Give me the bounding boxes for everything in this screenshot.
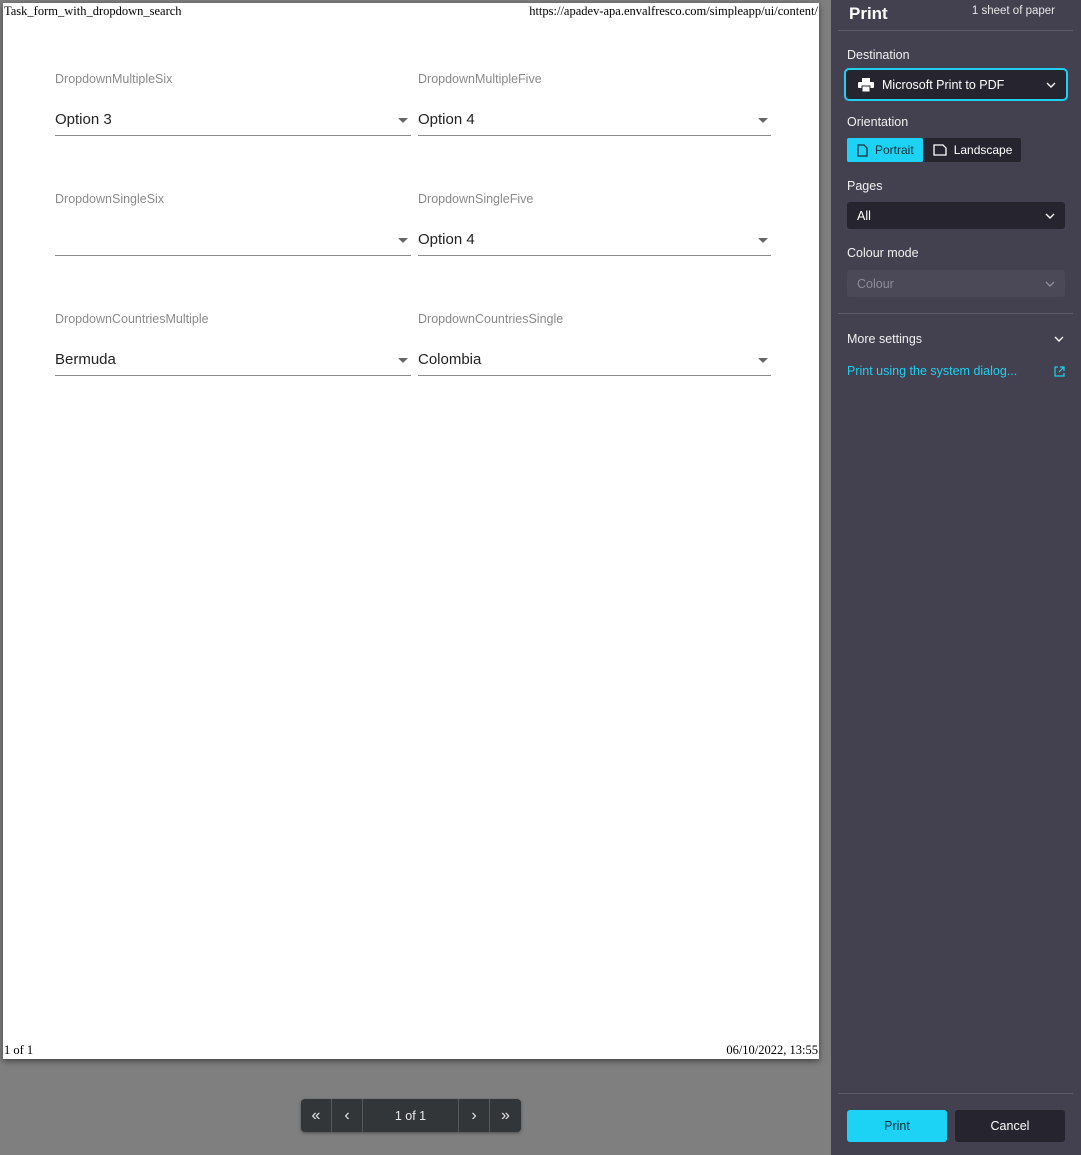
colour-mode-value: Colour: [857, 276, 894, 291]
dropdown-select: [55, 226, 411, 256]
dropdown-select: Option 4: [418, 106, 771, 136]
page-navigator: « ‹ 1 of 1 › »: [301, 1099, 521, 1132]
system-dialog-label: Print using the system dialog...: [847, 364, 1018, 378]
dropdown-arrow-icon: [758, 238, 768, 243]
page-footer-date: 06/10/2022, 13:55: [726, 1043, 818, 1057]
field-label: DropdownMultipleSix: [55, 72, 173, 86]
dropdown-value: Option 3: [55, 111, 112, 128]
orientation-label: Orientation: [847, 115, 909, 129]
cancel-button[interactable]: Cancel: [955, 1110, 1065, 1142]
dropdown-arrow-icon: [758, 358, 768, 363]
portrait-page-icon: [857, 143, 868, 157]
orientation-landscape-button[interactable]: Landscape: [922, 138, 1022, 162]
landscape-page-icon: [933, 144, 947, 156]
colour-mode-label: Colour mode: [847, 246, 919, 260]
dropdown-select: Colombia: [418, 346, 771, 376]
field-label: DropdownSingleFive: [418, 192, 534, 206]
next-page-button[interactable]: ›: [459, 1099, 490, 1132]
chevron-down-icon: [1045, 213, 1055, 219]
divider: [838, 1093, 1073, 1094]
dropdown-arrow-icon: [398, 238, 408, 243]
print-preview-area: Task_form_with_dropdown_search https://a…: [0, 0, 831, 1155]
more-settings-label: More settings: [847, 332, 923, 346]
page-indicator[interactable]: 1 of 1: [363, 1099, 459, 1132]
divider: [838, 313, 1073, 314]
orientation-landscape-label: Landscape: [953, 143, 1013, 157]
dropdown-arrow-icon: [758, 118, 768, 123]
dropdown-select: Bermuda: [55, 346, 411, 376]
divider: [838, 30, 1073, 31]
print-dialog-title: Print: [849, 4, 888, 23]
dropdown-value: Colombia: [418, 351, 482, 368]
pages-select[interactable]: All: [847, 202, 1065, 229]
page-footer-number: 1 of 1: [4, 1043, 34, 1057]
dropdown-value: Option 4: [418, 231, 475, 248]
preview-page: Task_form_with_dropdown_search https://a…: [3, 3, 819, 1059]
chevron-down-icon: [1045, 281, 1055, 287]
page-header-url: https://apadev-apa.envalfresco.com/simpl…: [529, 4, 818, 18]
field-label: DropdownCountriesMultiple: [55, 312, 209, 326]
destination-value: Microsoft Print to PDF: [882, 77, 1005, 92]
destination-label: Destination: [847, 48, 910, 62]
print-button[interactable]: Print: [847, 1110, 947, 1142]
dropdown-arrow-icon: [398, 118, 408, 123]
external-link-icon: [1054, 365, 1065, 377]
system-dialog-link[interactable]: Print using the system dialog...: [847, 363, 1065, 379]
dropdown-value: Option 4: [418, 111, 475, 128]
dropdown-select: Option 3: [55, 106, 411, 136]
previous-page-button[interactable]: ‹: [332, 1099, 363, 1132]
field-label: DropdownSingleSix: [55, 192, 165, 206]
pages-label: Pages: [847, 179, 883, 193]
more-settings-toggle[interactable]: More settings: [847, 331, 1065, 347]
orientation-portrait-label: Portrait: [875, 143, 914, 157]
orientation-portrait-button[interactable]: Portrait: [847, 138, 923, 162]
field-label: DropdownCountriesSingle: [418, 312, 564, 326]
print-settings-panel: Print 1 sheet of paper Destination Micro…: [831, 0, 1081, 1155]
printer-icon: [858, 77, 874, 92]
pages-value: All: [857, 208, 871, 223]
field-label: DropdownMultipleFive: [418, 72, 542, 86]
dropdown-value: Bermuda: [55, 351, 116, 368]
page-header-title: Task_form_with_dropdown_search: [4, 4, 182, 18]
chevron-down-icon: [1046, 82, 1056, 88]
colour-mode-select[interactable]: Colour: [847, 270, 1065, 297]
destination-select[interactable]: Microsoft Print to PDF: [844, 68, 1068, 101]
last-page-button[interactable]: »: [490, 1099, 521, 1132]
dropdown-select: Option 4: [418, 226, 771, 256]
dropdown-arrow-icon: [398, 358, 408, 363]
orientation-toggle: Portrait Landscape: [847, 138, 1022, 162]
first-page-button[interactable]: «: [301, 1099, 332, 1132]
chevron-down-icon: [1054, 336, 1064, 342]
sheet-count: 1 sheet of paper: [971, 5, 1055, 17]
